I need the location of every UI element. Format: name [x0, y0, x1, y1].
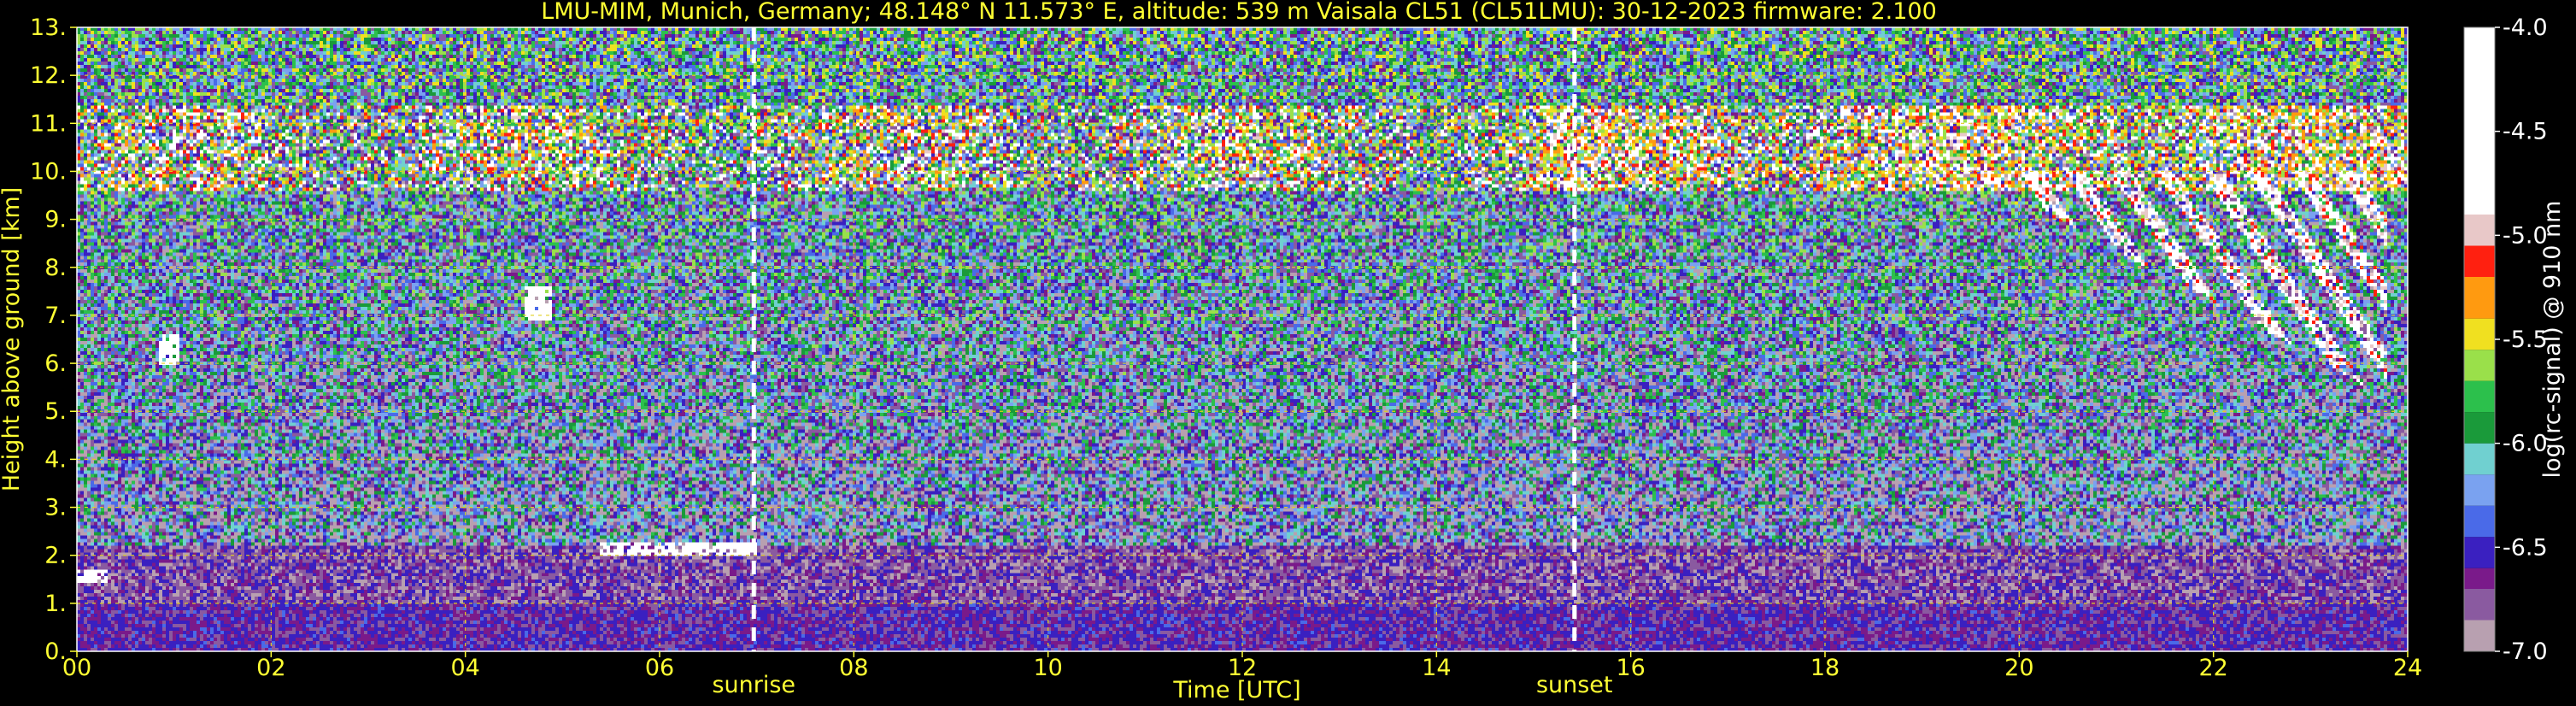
colorbar-segment [2464, 620, 2495, 651]
x-tick-label: 06 [645, 655, 674, 681]
y-axis: 0.1.2.3.4.5.6.7.8.9.10.11.12.13. [30, 15, 77, 665]
colorbar-segment [2464, 474, 2495, 506]
y-tick-label: 13. [30, 15, 67, 41]
y-tick-label: 2. [44, 543, 67, 569]
colorbar-label: log(rc-signal) @ 910 nm [2539, 201, 2566, 479]
x-tick-label: 20 [2004, 655, 2033, 681]
colorbar-segment [2464, 27, 2495, 215]
event-label-sunset: sunset [1536, 672, 1613, 698]
y-tick-label: 5. [44, 398, 67, 425]
x-tick-label: 04 [450, 655, 479, 681]
colorbar-segment [2464, 505, 2495, 538]
colorbar-segment [2464, 443, 2495, 475]
colorbar-segment [2464, 215, 2495, 246]
x-tick-label: 08 [839, 655, 868, 681]
x-tick-label: 10 [1033, 655, 1062, 681]
x-tick-label: 14 [1422, 655, 1451, 681]
y-axis-title: Height above ground [km] [0, 187, 25, 491]
y-tick-label: 3. [44, 495, 67, 521]
colorbar-segment [2464, 350, 2495, 381]
colorbar-segment [2464, 589, 2495, 621]
y-tick-label: 12. [30, 62, 67, 89]
y-tick-label: 11. [30, 110, 67, 137]
x-tick-label: 16 [1616, 655, 1645, 681]
chart-title: LMU-MIM, Munich, Germany; 48.148° N 11.5… [541, 0, 1937, 25]
ceilometer-chart: LMU-MIM, Munich, Germany; 48.148° N 11.5… [0, 0, 2566, 703]
colorbar-segment [2464, 277, 2495, 319]
colorbar [2463, 26, 2496, 652]
y-tick-label: 9. [44, 207, 67, 233]
x-tick-label: 18 [1810, 655, 1840, 681]
y-tick-label: 7. [44, 303, 67, 329]
x-tick-label: 22 [2198, 655, 2227, 681]
x-tick-label: 02 [256, 655, 285, 681]
colorbar-tick-label: -4.5 [2503, 119, 2548, 145]
colorbar-tick-label: -7.0 [2503, 638, 2548, 665]
y-tick-label: 1. [44, 591, 67, 617]
y-tick-label: 6. [44, 350, 67, 377]
y-tick-label: 10. [30, 158, 67, 185]
y-tick-label: 8. [44, 255, 67, 281]
y-tick-label: 4. [44, 446, 67, 473]
colorbar-segment [2464, 568, 2495, 589]
colorbar-tick-label: -6.5 [2503, 534, 2548, 561]
colorbar-segment [2464, 380, 2495, 413]
x-tick-label: 24 [2393, 655, 2422, 681]
colorbar-segment [2464, 318, 2495, 350]
event-label-sunrise: sunrise [712, 672, 795, 698]
colorbar-segment [2464, 412, 2495, 444]
colorbar-segment [2464, 245, 2495, 277]
x-axis-title: Time [UTC] [1172, 677, 1300, 703]
colorbar-tick-label: -4.0 [2503, 15, 2548, 41]
x-tick-label: 00 [62, 655, 91, 681]
colorbar-segment [2464, 537, 2495, 568]
